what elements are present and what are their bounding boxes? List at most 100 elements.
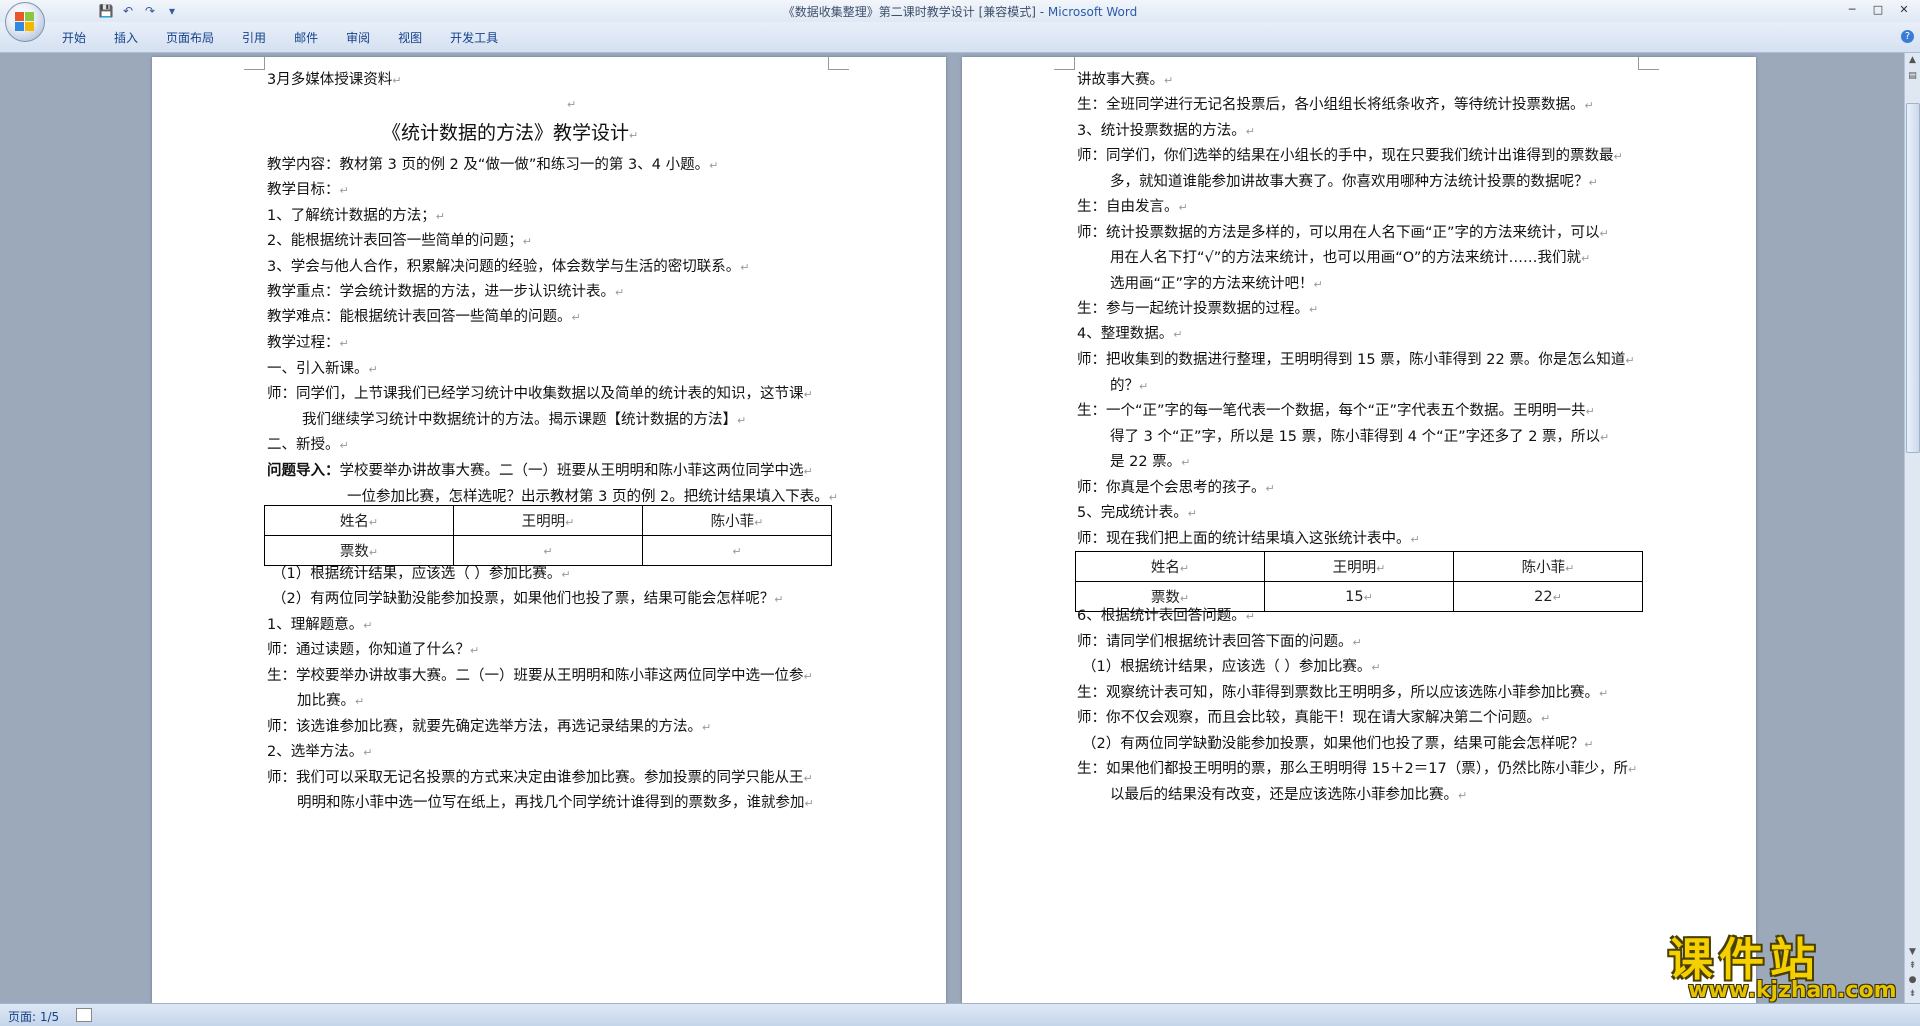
line-text: 一位参加比赛，怎样选呢？出示教材第 3 页的例 2。把统计结果填入下表。 [347, 489, 829, 505]
table-header-row: 姓名↵ 王明明↵ 陈小菲↵ [1075, 551, 1643, 582]
table-cell[interactable]: 姓名↵ [1075, 551, 1265, 582]
line-text: 明明和陈小菲中选一位写在纸上，再找几个同学统计谁得到的票数多，谁就参加 [297, 795, 805, 811]
line-text: 2、能根据统计表回答一些简单的问题； [267, 233, 523, 249]
office-logo-icon [15, 12, 35, 32]
close-icon[interactable]: ✕ [1892, 2, 1916, 18]
paragraph-line: 教学目标：↵ [267, 180, 349, 201]
line-text: 师：我们可以采取无记名投票的方式来决定由谁参加比赛。参加投票的同学只能从王 [267, 770, 804, 786]
paragraph-line: 一、引入新课。↵ [267, 359, 378, 380]
tab-home[interactable]: 开始 [48, 29, 100, 46]
paragraph-mark-icon: ↵ [1627, 763, 1638, 776]
paragraph-mark-icon: ↵ [435, 210, 445, 223]
page-count[interactable]: 页面: 1/5 [8, 1008, 59, 1025]
paragraph-line: 生：自由发言。↵ [1077, 197, 1188, 218]
tab-view[interactable]: 视图 [384, 29, 436, 46]
tab-developer[interactable]: 开发工具 [436, 29, 512, 46]
cell-mark-icon: ↵ [1376, 562, 1386, 575]
line-text: 《统计数据的方法》教学设计 [382, 122, 630, 144]
tab-review[interactable]: 审阅 [332, 29, 384, 46]
scroll-up-icon[interactable]: ▲ [1905, 53, 1920, 67]
app-name: Microsoft Word [1047, 5, 1138, 19]
paragraph-mark-icon: ↵ [339, 337, 349, 350]
paragraph-line: 师：你真是个会思考的孩子。↵ [1077, 478, 1275, 499]
table-cell[interactable]: ↵ [642, 535, 832, 566]
document-page-1[interactable]: 3月多媒体授课资料↵ ↵ 《统计数据的方法》教学设计↵ 教学内容：教材第 3 页的例 … [152, 57, 946, 1003]
crop-mark [1638, 57, 1659, 70]
paragraph-line: （1）根据统计结果，应该选（ ）参加比赛。↵ [272, 564, 571, 585]
paragraph-line: 生：如果他们都投王明明的票，那么王明明得 15＋2＝17（票），仍然比陈小菲少，… [1077, 759, 1637, 780]
paragraph-line: 问题导入：学校要举办讲故事大赛。二（一）班要从王明明和陈小菲这两位同学中选↵ [267, 461, 813, 482]
cell-text: 王明明 [521, 514, 566, 530]
line-text: 3、学会与他人合作，积累解决问题的经验，体会数学与生活的密切联系。 [267, 259, 741, 275]
table-cell[interactable]: 王明明↵ [1264, 551, 1454, 582]
line-text: 师：该选谁参加比赛，就要先确定选举方法，再选记录结果的方法。 [267, 719, 702, 735]
tab-references[interactable]: 引用 [228, 29, 280, 46]
line-text: 师：你真是个会思考的孩子。 [1077, 480, 1266, 496]
paragraph-mark-icon: ↵ [709, 159, 719, 172]
office-button[interactable] [5, 2, 45, 42]
ruler-toggle-icon[interactable]: ▤ [1905, 69, 1920, 83]
paragraph-mark-icon: ↵ [615, 286, 625, 299]
vertical-scrollbar[interactable]: ▲ ▤ ▼ ⇞ ● ⇟ [1904, 53, 1920, 1003]
tab-insert[interactable]: 插入 [100, 29, 152, 46]
paragraph-mark-icon: ↵ [1309, 303, 1319, 316]
tab-mailings[interactable]: 邮件 [280, 29, 332, 46]
paragraph-mark-icon: ↵ [1585, 405, 1595, 418]
paragraph-line: 生：学校要举办讲故事大赛。二（一）班要从王明明和陈小菲这两位同学中选一位参↵ [267, 666, 813, 687]
line-text: 教学重点：学会统计数据的方法，进一步认识统计表。 [267, 284, 615, 300]
maximize-icon[interactable]: □ [1866, 2, 1890, 18]
paragraph-mark-icon: ↵ [571, 311, 581, 324]
line-text: 生：如果他们都投王明明的票，那么王明明得 15＋2＝17（票），仍然比陈小菲少，… [1077, 761, 1628, 777]
line-text: 学校要举办讲故事大赛。二（一）班要从王明明和陈小菲这两位同学中选 [339, 463, 804, 479]
table-cell[interactable]: 王明明↵ [453, 505, 643, 536]
paragraph-line: 教学难点：能根据统计表回答一些简单的问题。↵ [267, 307, 581, 328]
paragraph-line: 师：请同学们根据统计表回答下面的问题。↵ [1077, 632, 1362, 653]
paragraph-line: 2、选举方法。↵ [267, 742, 372, 763]
paragraph-line: 讲故事大赛。↵ [1077, 70, 1173, 91]
paragraph-line: 3、学会与他人合作，积累解决问题的经验，体会数学与生活的密切联系。↵ [267, 257, 749, 278]
paragraph-mark-icon: ↵ [702, 721, 712, 734]
table-cell[interactable]: 票数↵ [1075, 581, 1265, 612]
paragraph-mark-icon: ↵ [1181, 456, 1191, 469]
paragraph-mark-icon: ↵ [1139, 380, 1149, 393]
table-cell[interactable]: 票数↵ [264, 535, 454, 566]
minimize-icon[interactable]: ─ [1840, 2, 1864, 18]
table-row: 票数↵ ↵ ↵ [264, 535, 832, 566]
cell-text: 票数 [339, 544, 369, 560]
line-text: （1）根据统计结果，应该选（ ）参加比赛。 [272, 566, 562, 582]
line-text: 教学过程： [267, 335, 340, 351]
line-text: 师：同学们，上节课我们已经学习统计中收集数据以及简单的统计表的知识，这节课 [267, 386, 804, 402]
ribbon-tabs: 开始 插入 页面布局 引用 邮件 审阅 视图 开发工具 [48, 29, 512, 46]
kjzhan-logo: 课件站 www.kjzhan.com [1668, 923, 1908, 1003]
table-cell[interactable]: 15↵ [1264, 581, 1454, 612]
paragraph-mark-icon: ↵ [803, 670, 813, 683]
document-page-2[interactable]: 讲故事大赛。↵ 生：全班同学进行无记名投票后，各小组组长将纸条收齐，等待统计投票数… [962, 57, 1756, 1003]
paragraph-line: 我们继续学习统计中数据统计的方法。揭示课题【统计数据的方法】↵ [302, 410, 746, 431]
line-text: 师：同学们，你们选举的结果在小组长的手中，现在只要我们统计出谁得到的票数最 [1077, 148, 1614, 164]
table-cell[interactable]: ↵ [453, 535, 643, 566]
paragraph-line: 师：该选谁参加比赛，就要先确定选举方法，再选记录结果的方法。↵ [267, 717, 711, 738]
paragraph-mark-icon: ↵ [1352, 636, 1362, 649]
line-text: 1、了解统计数据的方法； [267, 208, 436, 224]
paragraph-line: 是 22 票。↵ [1110, 452, 1190, 473]
table-cell[interactable]: 姓名↵ [264, 505, 454, 536]
table-cell[interactable]: 陈小菲↵ [1453, 551, 1643, 582]
tab-page-layout[interactable]: 页面布局 [152, 29, 228, 46]
line-text: 生：学校要举办讲故事大赛。二（一）班要从王明明和陈小菲这两位同学中选一位参 [267, 668, 804, 684]
vote-count-table: 姓名↵ 王明明↵ 陈小菲↵ 票数↵ ↵ ↵ [264, 505, 832, 566]
cell-text: 票数 [1150, 590, 1180, 606]
scrollbar-thumb[interactable] [1906, 103, 1920, 453]
line-text: （1）根据统计结果，应该选（ ）参加比赛。 [1082, 659, 1372, 675]
document-area: 3月多媒体授课资料↵ ↵ 《统计数据的方法》教学设计↵ 教学内容：教材第 3 页的例 … [0, 53, 1905, 1003]
line-text: 的？ [1110, 378, 1139, 394]
proofing-icon[interactable] [76, 1008, 92, 1022]
cell-text: 姓名 [1150, 560, 1180, 576]
line-text: 多，就知道谁能参加讲故事大赛了。你喜欢用哪种方法统计投票的数据呢？ [1110, 174, 1589, 190]
cell-mark-icon: ↵ [1363, 590, 1373, 604]
help-icon[interactable]: ? [1901, 30, 1914, 43]
table-cell[interactable]: 22↵ [1453, 581, 1643, 612]
paragraph-mark-icon: ↵ [355, 695, 365, 708]
table-cell[interactable]: 陈小菲↵ [642, 505, 832, 536]
line-text: 师：把收集到的数据进行整理，王明明得到 15 票，陈小菲得到 22 票。你是怎么… [1077, 352, 1626, 368]
paragraph-mark-icon: ↵ [740, 261, 750, 274]
